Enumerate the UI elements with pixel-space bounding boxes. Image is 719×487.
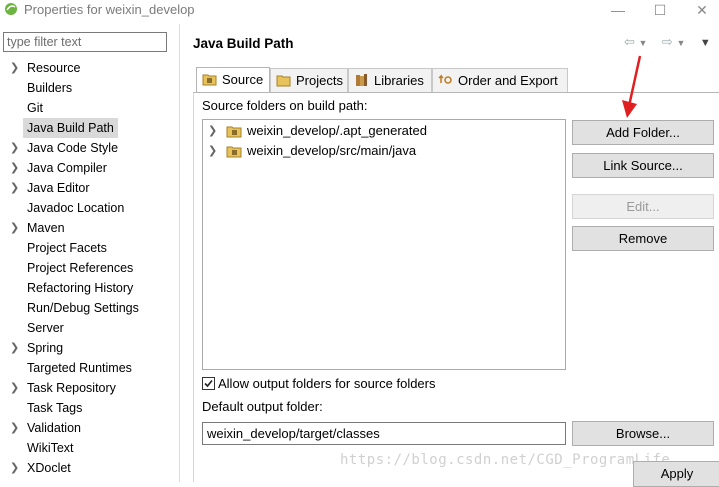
source-folder-icon (202, 74, 217, 86)
nav-item[interactable]: WikiText (0, 438, 179, 458)
nav-item[interactable]: Targeted Runtimes (0, 358, 179, 378)
nav-item[interactable]: Java Build Path (0, 118, 179, 138)
allow-output-label[interactable]: Allow output folders for source folders (218, 376, 436, 391)
nav-item[interactable]: Project References (0, 258, 179, 278)
panel-divider[interactable] (179, 24, 180, 482)
nav-item-label: Git (27, 101, 43, 115)
nav-item[interactable]: Run/Debug Settings (0, 298, 179, 318)
view-menu-icon[interactable]: ▼ (700, 37, 711, 49)
default-output-field[interactable]: weixin_develop/target/classes (202, 422, 566, 445)
nav-item-label: Server (27, 321, 64, 335)
remove-button[interactable]: Remove (572, 226, 714, 251)
expand-arrow-icon[interactable]: ❯ (10, 158, 19, 178)
nav-item[interactable]: ❯ Validation (0, 418, 179, 438)
nav-item[interactable]: Server (0, 318, 179, 338)
eclipse-app-icon (5, 3, 17, 15)
expand-arrow-icon[interactable]: ❯ (10, 178, 19, 198)
minimize-button[interactable]: — (598, 0, 638, 22)
nav-item[interactable]: Refactoring History (0, 278, 179, 298)
source-folder-label: weixin_develop/src/main/java (247, 143, 417, 158)
expand-arrow-icon[interactable]: ❯ (208, 141, 217, 161)
nav-item-label: Java Compiler (27, 161, 107, 175)
source-folder-row[interactable]: ❯ weixin_develop/src/main/java (208, 141, 558, 161)
tab-source[interactable]: Source (196, 67, 270, 92)
expand-arrow-icon[interactable]: ❯ (10, 218, 19, 238)
checkmark-icon (204, 379, 213, 388)
forward-arrow-icon[interactable]: ⇨ (662, 34, 673, 49)
maximize-button[interactable]: ☐ (640, 0, 680, 22)
nav-item[interactable]: ❯ Java Code Style (0, 138, 179, 158)
apply-button[interactable]: Apply (633, 461, 719, 487)
expand-arrow-icon[interactable]: ❯ (208, 121, 217, 141)
nav-item-label: Validation (27, 421, 81, 435)
nav-item-label: Resource (27, 61, 81, 75)
nav-item[interactable]: ❯ Task Repository (0, 378, 179, 398)
source-folder-row[interactable]: ❯ weixin_develop/.apt_generated (208, 121, 558, 141)
nav-item-label: Project References (27, 261, 134, 275)
nav-item[interactable]: ❯ Java Compiler (0, 158, 179, 178)
back-dropdown-icon[interactable]: ▼ (639, 38, 648, 48)
expand-arrow-icon[interactable]: ❯ (10, 378, 19, 398)
nav-item-label: Task Tags (27, 401, 83, 415)
nav-item-label: Javadoc Location (27, 201, 125, 215)
history-nav: ⇦ ▼ ⇨ ▼ ▼ (624, 34, 711, 50)
nav-item-label: Java Build Path (23, 118, 118, 138)
nav-item-label: Spring (27, 341, 64, 355)
browse-button[interactable]: Browse... (572, 421, 714, 446)
expand-arrow-icon[interactable]: ❯ (10, 58, 19, 78)
filter-input[interactable] (3, 32, 167, 52)
tab-projects[interactable]: Projects (270, 68, 348, 92)
package-folder-icon (226, 126, 242, 138)
allow-output-checkbox[interactable] (202, 377, 215, 390)
close-button[interactable]: ✕ (682, 0, 719, 22)
nav-item-label: Java Code Style (27, 141, 119, 155)
window-title: Properties for weixin_develop (24, 2, 195, 17)
source-folders-label: Source folders on build path: (202, 98, 368, 113)
nav-item-label: Task Repository (27, 381, 116, 395)
expand-arrow-icon[interactable]: ❯ (10, 458, 19, 478)
expand-arrow-icon[interactable]: ❯ (10, 418, 19, 438)
library-jar-icon (356, 74, 367, 86)
watermark-text: https://blog.csdn.net/CGD_ProgramLife (340, 452, 671, 468)
page-title: Java Build Path (193, 36, 294, 51)
nav-item-label: Refactoring History (27, 281, 134, 295)
nav-item[interactable]: ❯ Spring (0, 338, 179, 358)
back-arrow-icon[interactable]: ⇦ (624, 34, 635, 49)
nav-item-label: Targeted Runtimes (27, 361, 132, 375)
tab-label: Order and Export (458, 73, 558, 88)
nav-item[interactable]: Task Tags (0, 398, 179, 418)
default-output-label: Default output folder: (202, 399, 323, 414)
tab-libraries[interactable]: Libraries (348, 68, 432, 92)
nav-item[interactable]: Git (0, 98, 179, 118)
expand-arrow-icon[interactable]: ❯ (10, 338, 19, 358)
project-folder-icon (276, 75, 291, 87)
tab-label: Libraries (374, 73, 424, 88)
nav-item-label: XDoclet (27, 461, 71, 475)
tab-label: Source (222, 72, 264, 87)
edit-button[interactable]: Edit... (572, 194, 714, 219)
nav-item-label: WikiText (27, 441, 74, 455)
nav-item[interactable]: Project Facets (0, 238, 179, 258)
expand-arrow-icon[interactable]: ❯ (10, 138, 19, 158)
package-folder-icon (226, 146, 242, 158)
tab-order-and-export[interactable]: Order and Export (432, 68, 568, 92)
nav-item[interactable]: Builders (0, 78, 179, 98)
nav-item-label: Java Editor (27, 181, 90, 195)
nav-item[interactable]: ❯ Maven (0, 218, 179, 238)
link-source-button[interactable]: Link Source... (572, 153, 714, 178)
nav-item[interactable]: Javadoc Location (0, 198, 179, 218)
order-export-icon (438, 74, 452, 84)
nav-item-label: Project Facets (27, 241, 107, 255)
nav-item[interactable]: ❯ XDoclet (0, 458, 179, 478)
nav-item[interactable]: ❯ Resource (0, 58, 179, 78)
nav-item-label: Run/Debug Settings (27, 301, 139, 315)
source-folder-label: weixin_develop/.apt_generated (247, 123, 427, 138)
red-annotation-arrow-icon (622, 55, 642, 118)
nav-item[interactable]: ❯ Java Editor (0, 178, 179, 198)
tab-label: Projects (296, 73, 343, 88)
nav-item-label: Maven (27, 221, 65, 235)
forward-dropdown-icon[interactable]: ▼ (676, 38, 685, 48)
add-folder-button[interactable]: Add Folder... (572, 120, 714, 145)
nav-item-label: Builders (27, 81, 73, 95)
